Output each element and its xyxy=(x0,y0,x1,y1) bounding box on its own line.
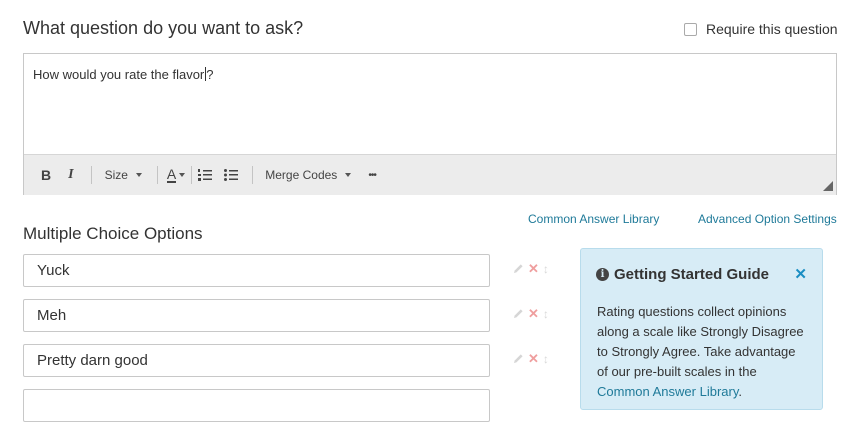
common-answer-library-guide-link[interactable]: Common Answer Library xyxy=(597,384,738,399)
question-text[interactable]: How would you rate the flavor? xyxy=(33,67,214,82)
question-text-main: How would you rate the flavor xyxy=(33,67,205,82)
font-size-label: Size xyxy=(104,168,128,182)
merge-codes-label: Merge Codes xyxy=(265,168,338,182)
delete-icon[interactable]: ✕ xyxy=(528,307,539,320)
delete-icon[interactable]: ✕ xyxy=(528,262,539,275)
toolbar-divider xyxy=(191,166,193,184)
option-value: Meh xyxy=(37,307,67,324)
more-icon[interactable]: ••• xyxy=(368,170,376,181)
require-question-toggle[interactable]: Require this question xyxy=(684,21,838,37)
drag-handle-icon[interactable]: ↕ xyxy=(543,263,549,275)
bulleted-list-icon xyxy=(224,169,239,181)
option-actions: ✕ ↕ xyxy=(513,352,549,365)
option-input[interactable]: Pretty darn good xyxy=(23,344,490,377)
merge-codes-dropdown[interactable]: Merge Codes xyxy=(265,168,352,182)
chevron-down-icon xyxy=(135,173,142,177)
toolbar-divider xyxy=(90,166,92,184)
font-color-icon: A xyxy=(166,165,177,183)
option-value: Pretty darn good xyxy=(37,352,148,369)
drag-handle-icon[interactable]: ↕ xyxy=(543,308,549,320)
font-size-dropdown[interactable]: Size xyxy=(105,168,142,182)
close-icon[interactable]: ✕ xyxy=(794,265,807,283)
guide-title: i Getting Started Guide xyxy=(596,266,769,283)
option-input[interactable]: Yuck xyxy=(23,254,490,287)
pencil-icon[interactable] xyxy=(513,353,524,364)
pencil-icon[interactable] xyxy=(513,263,524,274)
info-icon: i xyxy=(596,268,609,281)
option-value: Yuck xyxy=(37,262,70,279)
option-input[interactable]: Meh xyxy=(23,299,490,332)
resize-icon[interactable] xyxy=(823,181,833,191)
bold-icon[interactable]: B xyxy=(41,167,51,183)
delete-icon[interactable]: ✕ xyxy=(528,352,539,365)
guide-body: Rating questions collect opinions along … xyxy=(597,302,807,402)
chevron-down-icon xyxy=(179,173,186,177)
guide-title-text: Getting Started Guide xyxy=(614,266,770,283)
question-text-tail: ? xyxy=(206,67,214,82)
toolbar-divider xyxy=(156,166,158,184)
font-color-dropdown[interactable]: A xyxy=(166,165,186,183)
guide-body-text: Rating questions collect opinions along … xyxy=(597,304,804,379)
numbered-list-icon xyxy=(198,169,213,181)
toolbar-divider xyxy=(252,166,254,184)
checkbox-icon[interactable] xyxy=(684,22,697,36)
bulleted-list-button[interactable] xyxy=(224,169,239,181)
require-question-label: Require this question xyxy=(706,21,838,37)
editor-toolbar: B I Size A Merge Codes ••• xyxy=(24,154,836,195)
common-answer-library-link[interactable]: Common Answer Library xyxy=(528,212,659,226)
italic-icon[interactable]: I xyxy=(68,167,73,183)
numbered-list-button[interactable] xyxy=(198,169,213,181)
option-actions: ✕ ↕ xyxy=(513,307,549,320)
guide-body-tail: . xyxy=(738,384,742,399)
chevron-down-icon xyxy=(345,173,352,177)
drag-handle-icon[interactable]: ↕ xyxy=(543,353,549,365)
pencil-icon[interactable] xyxy=(513,308,524,319)
getting-started-guide: i Getting Started Guide ✕ Rating questio… xyxy=(580,248,823,410)
question-prompt-heading: What question do you want to ask? xyxy=(23,18,304,38)
option-actions: ✕ ↕ xyxy=(513,262,549,275)
advanced-option-settings-link[interactable]: Advanced Option Settings xyxy=(698,212,837,226)
question-editor[interactable]: How would you rate the flavor? B I Size … xyxy=(23,53,837,195)
multiple-choice-options-heading: Multiple Choice Options xyxy=(23,224,203,243)
